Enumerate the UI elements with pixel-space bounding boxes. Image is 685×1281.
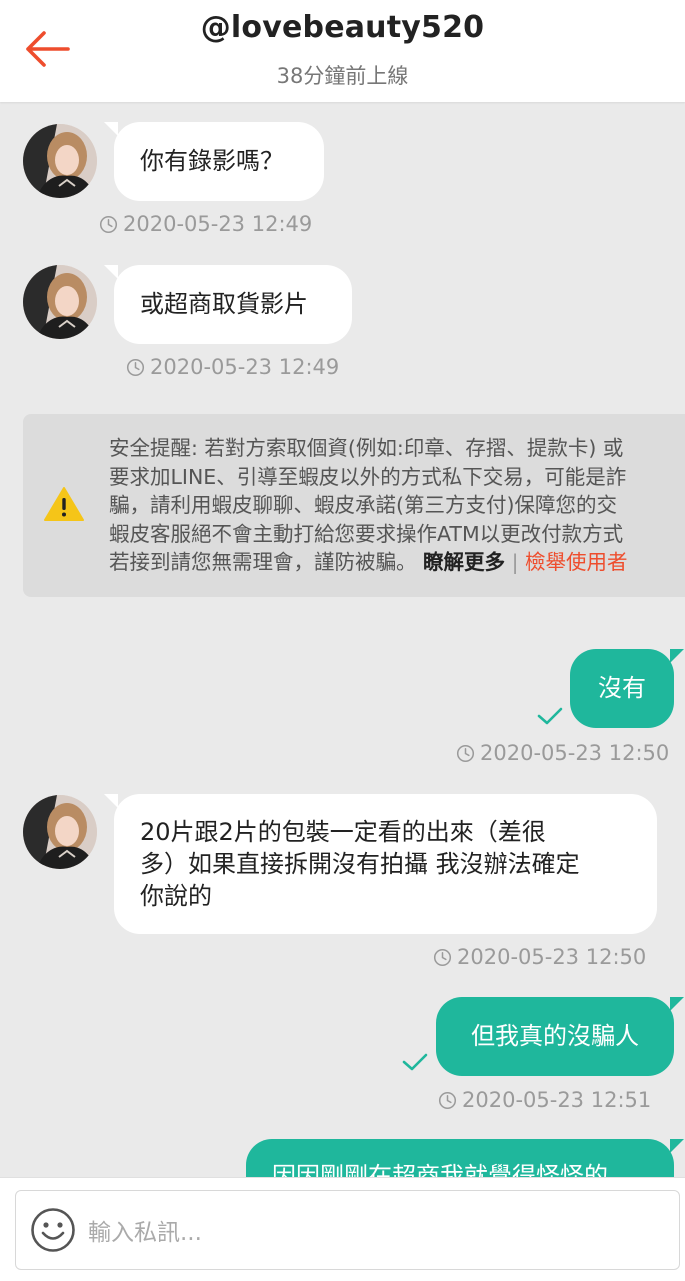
message-text: 沒有 bbox=[598, 674, 646, 702]
check-icon bbox=[402, 1053, 428, 1071]
check-icon bbox=[537, 707, 563, 725]
message-timestamp: 2020-05-23 12:49 bbox=[99, 212, 312, 236]
last-online-status: 38分鐘前上線 bbox=[276, 64, 409, 88]
message-timestamp: 2020-05-23 12:51 bbox=[438, 1088, 651, 1112]
message-input-bar: 輸入私訊... bbox=[0, 1177, 685, 1281]
learn-more-link[interactable]: 瞭解更多 bbox=[423, 550, 505, 574]
chat-messages[interactable]: 你有錄影嗎？ 2020-05-23 12:49 或超商取貨影片 2020-05-… bbox=[0, 102, 685, 1177]
message-timestamp: 2020-05-23 12:50 bbox=[456, 741, 669, 765]
message-timestamp: 2020-05-23 12:50 bbox=[433, 945, 646, 969]
clock-icon bbox=[433, 948, 452, 966]
clock-icon bbox=[126, 358, 145, 376]
safety-notice-text: 安全提醒: 若對方索取個資(例如:印章、存摺、提款卡) 或 要求加LINE、引導… bbox=[109, 436, 628, 574]
message-bubble-incoming[interactable]: 或超商取貨影片 bbox=[104, 265, 352, 344]
report-user-link[interactable]: 檢舉使用者 bbox=[525, 550, 628, 574]
message-text: 但我真的沒騙人 bbox=[471, 1022, 639, 1050]
message-bubble-outgoing[interactable]: 因因剛剛在超商我就覺得怪怪的 bbox=[246, 1139, 684, 1177]
smiley-icon[interactable] bbox=[30, 1207, 76, 1253]
avatar[interactable] bbox=[23, 124, 97, 198]
chat-header: @lovebeauty520 38分鐘前上線 bbox=[0, 0, 685, 102]
message-text: 你說的 bbox=[140, 882, 212, 910]
warning-icon bbox=[44, 487, 84, 521]
clock-icon bbox=[456, 744, 475, 762]
message-bubble-outgoing[interactable]: 但我真的沒騙人 bbox=[436, 997, 684, 1076]
clock-icon bbox=[99, 215, 118, 233]
link-separator: | bbox=[511, 550, 519, 574]
message-text: 20片跟2片的包裝一定看的出來（差很 bbox=[140, 818, 546, 846]
message-text: 或超商取貨影片 bbox=[140, 290, 308, 318]
message-timestamp: 2020-05-23 12:49 bbox=[126, 355, 339, 379]
chat-username[interactable]: @lovebeauty520 bbox=[0, 10, 685, 45]
message-text: 多）如果直接拆開沒有拍攝 我沒辦法確定 bbox=[140, 850, 580, 878]
avatar[interactable] bbox=[23, 795, 97, 869]
message-bubble-incoming[interactable]: 你有錄影嗎？ bbox=[104, 122, 324, 201]
clock-icon bbox=[438, 1091, 457, 1109]
message-text: 你有錄影嗎？ bbox=[140, 147, 284, 175]
message-input-placeholder: 輸入私訊... bbox=[88, 1220, 202, 1246]
safety-notice: 安全提醒: 若對方索取個資(例如:印章、存摺、提款卡) 或 要求加LINE、引導… bbox=[23, 414, 685, 597]
message-bubble-outgoing[interactable]: 沒有 bbox=[570, 649, 684, 728]
message-bubble-incoming[interactable]: 20片跟2片的包裝一定看的出來（差很 多）如果直接拆開沒有拍攝 我沒辦法確定 你… bbox=[104, 794, 657, 934]
message-input[interactable]: 輸入私訊... bbox=[15, 1190, 680, 1270]
avatar[interactable] bbox=[23, 265, 97, 339]
message-text: 因因剛剛在超商我就覺得怪怪的 bbox=[272, 1162, 608, 1177]
